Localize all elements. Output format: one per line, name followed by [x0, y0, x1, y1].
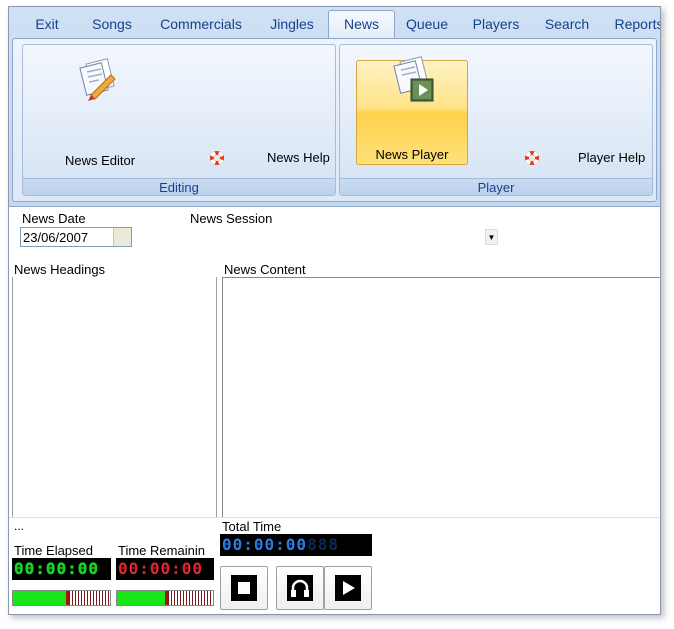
time-elapsed-display: 00:00:00	[12, 558, 111, 580]
ribbon: Exit Songs Commercials Jingles News Queu…	[9, 7, 660, 207]
tab-jingles[interactable]: Jingles	[257, 11, 327, 38]
time-elapsed-label: Time Elapsed	[14, 543, 93, 558]
document-play-icon	[389, 55, 437, 110]
divider	[9, 517, 660, 518]
group-player-label: Player	[340, 178, 652, 195]
remaining-meter-tail	[168, 591, 213, 605]
news-session-label: News Session	[190, 211, 273, 226]
total-time-ghost-digits: 888	[307, 535, 339, 554]
preview-button[interactable]	[276, 566, 324, 610]
news-headings-list[interactable]	[12, 277, 217, 517]
remaining-meter-fill	[117, 591, 165, 605]
news-editor-button[interactable]: News Editor	[25, 49, 175, 168]
time-remaining-display: 00:00:00	[116, 558, 214, 580]
player-help-button[interactable]: Player Help	[524, 149, 651, 167]
group-editing: News Editor News Help Editing	[22, 44, 336, 196]
total-time-display: 00:00:00888	[220, 534, 372, 556]
news-headings-label: News Headings	[14, 262, 106, 277]
remaining-level-meter	[116, 590, 214, 606]
news-player-label: News Player	[375, 147, 449, 162]
stop-button[interactable]	[220, 566, 268, 610]
news-date-value: 23/06/2007	[23, 230, 89, 245]
news-date-picker[interactable]: 23/06/2007	[20, 227, 132, 247]
news-help-label: News Help	[267, 150, 330, 165]
news-content-textarea[interactable]	[222, 277, 660, 517]
tab-players[interactable]: Players	[459, 11, 533, 38]
elapsed-level-meter	[12, 590, 111, 606]
tab-queue[interactable]: Queue	[397, 11, 457, 38]
play-button[interactable]	[324, 566, 372, 610]
news-session-dropdown[interactable]: ▼	[485, 229, 498, 245]
tab-news[interactable]: News	[328, 10, 395, 39]
play-icon	[334, 574, 362, 605]
news-player-button[interactable]: News Player	[356, 56, 468, 165]
ribbon-tabs: Exit Songs Commercials Jingles News Queu…	[9, 7, 660, 39]
total-time-label: Total Time	[222, 519, 282, 534]
elapsed-meter-tail	[69, 591, 110, 605]
ribbon-panel: News Editor News Help Editing News Playe…	[12, 38, 657, 202]
time-remaining-label: Time Remainin	[118, 543, 205, 558]
total-time-value: 00:00:00	[222, 535, 308, 554]
tab-commercials[interactable]: Commercials	[149, 11, 253, 38]
status-text: ...	[14, 519, 25, 533]
news-editor-label: News Editor	[64, 153, 136, 168]
news-date-label: News Date	[22, 211, 86, 226]
news-content-label: News Content	[224, 262, 306, 277]
tab-search[interactable]: Search	[537, 11, 597, 38]
tab-reports[interactable]: Reports	[609, 11, 660, 38]
document-pencil-icon	[77, 57, 121, 104]
lifebuoy-icon	[525, 151, 539, 165]
tab-songs[interactable]: Songs	[77, 11, 147, 38]
news-help-button[interactable]: News Help	[208, 149, 333, 167]
headphones-icon	[286, 574, 314, 605]
main-window: Exit Songs Commercials Jingles News Queu…	[8, 6, 661, 615]
group-player: News Player Player Help Player	[339, 44, 653, 196]
calendar-dropdown-button[interactable]	[113, 228, 131, 246]
elapsed-meter-fill	[13, 591, 66, 605]
chevron-down-icon: ▼	[487, 233, 496, 242]
player-help-label: Player Help	[578, 150, 646, 165]
lifebuoy-icon	[210, 151, 224, 165]
tab-exit[interactable]: Exit	[19, 11, 75, 38]
group-editing-label: Editing	[23, 178, 335, 195]
stop-icon	[230, 574, 258, 605]
